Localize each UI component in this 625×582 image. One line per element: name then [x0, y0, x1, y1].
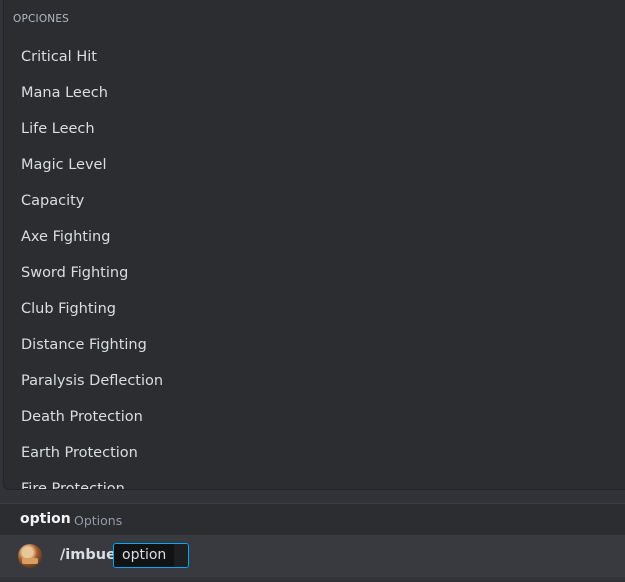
option-hint-name: option — [20, 511, 71, 527]
option-hint-bar: option Options — [0, 503, 625, 535]
command-option-field[interactable]: option — [113, 543, 189, 568]
option-hint-description: Options — [74, 513, 123, 528]
command-option-value[interactable] — [174, 544, 188, 567]
user-avatar-icon — [18, 544, 42, 568]
option-item[interactable]: Life Leech — [4, 111, 625, 147]
option-item[interactable]: Mana Leech — [4, 75, 625, 111]
command-option-label: option — [114, 544, 175, 567]
slash-command-name: /imbue — [60, 547, 116, 563]
option-item[interactable]: Paralysis Deflection — [4, 363, 625, 399]
option-item[interactable]: Death Protection — [4, 399, 625, 435]
option-item[interactable]: Fire Protection — [4, 471, 625, 489]
option-item[interactable]: Sword Fighting — [4, 255, 625, 291]
message-input-bar[interactable]: /imbue option — [0, 535, 625, 577]
option-item[interactable]: Critical Hit — [4, 39, 625, 75]
option-list: Critical Hit Mana Leech Life Leech Magic… — [4, 39, 625, 489]
option-item[interactable]: Axe Fighting — [4, 219, 625, 255]
option-item[interactable]: Distance Fighting — [4, 327, 625, 363]
autocomplete-popup: OPCIONES Critical Hit Mana Leech Life Le… — [3, 0, 625, 490]
option-item[interactable]: Earth Protection — [4, 435, 625, 471]
popup-section-header: OPCIONES — [13, 13, 70, 25]
option-item[interactable]: Club Fighting — [4, 291, 625, 327]
option-item[interactable]: Capacity — [4, 183, 625, 219]
option-item[interactable]: Magic Level — [4, 147, 625, 183]
chat-area: OPCIONES Critical Hit Mana Leech Life Le… — [0, 0, 625, 582]
